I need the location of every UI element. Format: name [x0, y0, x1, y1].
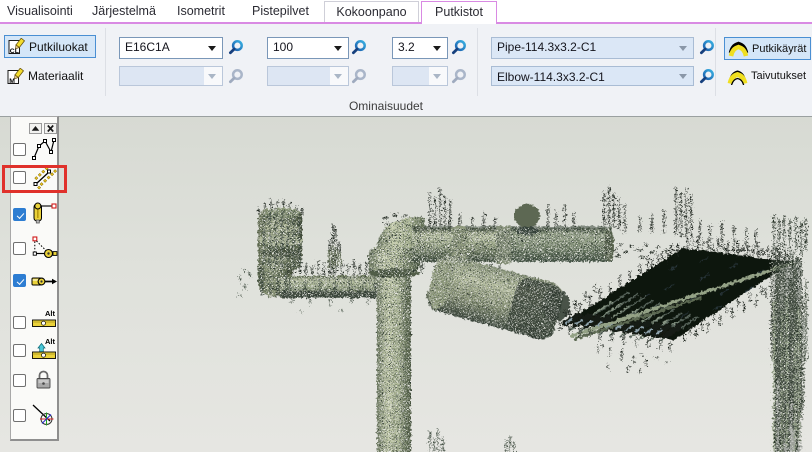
- svg-text:Alt: Alt: [45, 309, 56, 318]
- svg-text:Alt: Alt: [45, 337, 56, 346]
- svg-text:M: M: [9, 78, 15, 85]
- svg-text:CL: CL: [10, 48, 19, 55]
